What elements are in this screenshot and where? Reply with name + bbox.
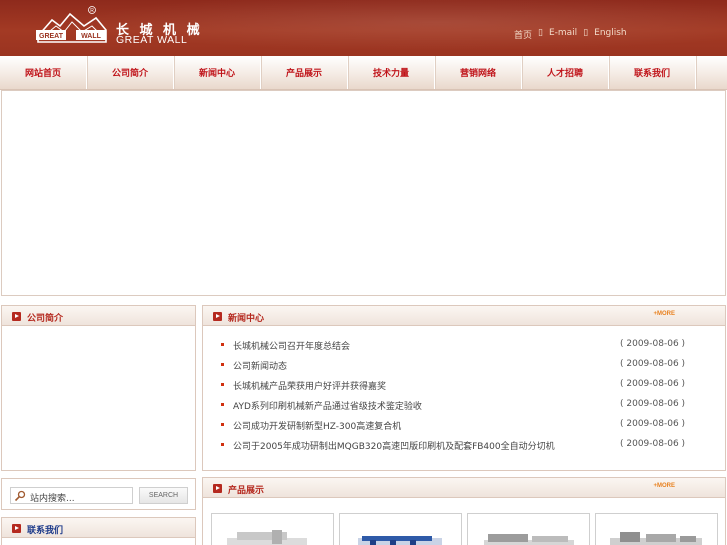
top-link-separator-icon: ▯ xyxy=(538,28,543,38)
bullet-dot-icon xyxy=(221,403,224,406)
search-button[interactable]: SEARCH xyxy=(139,487,188,504)
products-panel: 产品展示 +MORE xyxy=(202,477,726,545)
bullet-dot-icon xyxy=(221,423,224,426)
panel-header: 新闻中心 +MORE xyxy=(203,306,725,326)
news-date: ( 2009-08-06 ) xyxy=(620,339,686,349)
news-date: ( 2009-08-06 ) xyxy=(620,439,686,449)
machine-image xyxy=(484,534,574,545)
list-item[interactable]: AYD系列印刷机械新产品通过省级技术鉴定验收 ( 2009-08-06 ) xyxy=(203,394,725,414)
great-wall-logo[interactable]: GREAT WALL R xyxy=(34,6,204,48)
arrow-bullet-icon xyxy=(12,524,21,533)
machine-image xyxy=(227,530,307,545)
company-intro-panel: 公司简介 xyxy=(1,305,196,471)
nav-item-careers[interactable]: 人才招聘 xyxy=(522,56,609,89)
news-date: ( 2009-08-06 ) xyxy=(620,419,686,429)
panel-header: 公司简介 xyxy=(2,306,195,326)
more-link[interactable]: +MORE xyxy=(653,483,675,489)
search-placeholder: 站内搜索... xyxy=(30,494,75,504)
top-link-home[interactable]: 首页 xyxy=(514,28,532,41)
list-item[interactable]: 长城机械公司召开年度总结会 ( 2009-08-06 ) xyxy=(203,334,725,354)
product-thumbnails xyxy=(211,513,718,545)
product-thumbnail[interactable] xyxy=(467,513,590,545)
nav-item-news[interactable]: 新闻中心 xyxy=(174,56,261,89)
panel-title: 产品展示 xyxy=(228,486,265,496)
nav-item-technology[interactable]: 技术力量 xyxy=(348,56,435,89)
arrow-bullet-icon xyxy=(12,312,21,321)
nav-item-sales-network[interactable]: 营销网络 xyxy=(435,56,522,89)
arrow-bullet-icon xyxy=(213,484,222,493)
list-item[interactable]: 公司成功开发研制新型HZ-300高速复合机 ( 2009-08-06 ) xyxy=(203,414,725,434)
logo-mark-great: GREAT xyxy=(39,33,64,40)
site-header: GREAT WALL R 长 城 机 械 GREAT WALL 首页 ▯ E-m… xyxy=(0,0,727,56)
news-date: ( 2009-08-06 ) xyxy=(620,399,686,409)
machine-image xyxy=(358,536,442,545)
panel-title: 公司简介 xyxy=(27,314,64,324)
contact-panel: 联系我们 xyxy=(1,517,196,545)
main-nav: 网站首页 公司简介 新闻中心 产品展示 技术力量 营销网络 人才招聘 联系我们 xyxy=(0,56,727,90)
product-thumbnail[interactable] xyxy=(339,513,462,545)
news-date: ( 2009-08-06 ) xyxy=(620,359,686,369)
arrow-bullet-icon xyxy=(213,312,222,321)
more-link[interactable]: +MORE xyxy=(653,311,675,317)
news-list: 长城机械公司召开年度总结会 ( 2009-08-06 ) 公司新闻动态 ( 20… xyxy=(203,326,725,454)
panel-title: 新闻中心 xyxy=(228,314,265,324)
product-thumbnail[interactable] xyxy=(211,513,334,545)
nav-item-home[interactable]: 网站首页 xyxy=(0,56,87,89)
news-title[interactable]: 长城机械产品荣获用户好评并获得嘉奖 xyxy=(233,379,386,392)
news-title[interactable]: 公司成功开发研制新型HZ-300高速复合机 xyxy=(233,419,401,432)
top-link-email[interactable]: E-mail xyxy=(549,28,577,41)
top-links: 首页 ▯ E-mail ▯ English xyxy=(514,28,627,41)
nav-item-about[interactable]: 公司简介 xyxy=(87,56,174,89)
product-thumbnail[interactable] xyxy=(595,513,718,545)
list-item[interactable]: 公司新闻动态 ( 2009-08-06 ) xyxy=(203,354,725,374)
news-title[interactable]: 公司新闻动态 xyxy=(233,359,287,372)
top-link-separator-icon: ▯ xyxy=(583,28,589,38)
bullet-dot-icon xyxy=(221,363,224,366)
site-search: 站内搜索... SEARCH xyxy=(1,478,196,510)
bullet-dot-icon xyxy=(221,443,224,446)
svg-text:R: R xyxy=(90,8,94,14)
panel-title: 联系我们 xyxy=(27,526,64,536)
bullet-dot-icon xyxy=(221,343,224,346)
nav-item-contact[interactable]: 联系我们 xyxy=(609,56,696,89)
panel-header: 联系我们 xyxy=(2,518,195,538)
news-title[interactable]: 公司于2005年成功研制出MQGB320高速凹版印刷机及配套FB400全自动分切… xyxy=(233,439,555,452)
list-item[interactable]: 公司于2005年成功研制出MQGB320高速凹版印刷机及配套FB400全自动分切… xyxy=(203,434,725,454)
search-input[interactable]: 站内搜索... xyxy=(10,487,133,504)
search-icon xyxy=(14,490,26,502)
news-title[interactable]: AYD系列印刷机械新产品通过省级技术鉴定验收 xyxy=(233,399,422,412)
list-item[interactable]: 长城机械产品荣获用户好评并获得嘉奖 ( 2009-08-06 ) xyxy=(203,374,725,394)
top-link-english[interactable]: English xyxy=(594,28,627,41)
nav-item-products[interactable]: 产品展示 xyxy=(261,56,348,89)
news-date: ( 2009-08-06 ) xyxy=(620,379,686,389)
machine-image xyxy=(610,532,702,545)
panel-header: 产品展示 +MORE xyxy=(203,478,725,498)
banner-area xyxy=(1,90,726,296)
news-title[interactable]: 长城机械公司召开年度总结会 xyxy=(233,339,350,352)
news-panel: 新闻中心 +MORE 长城机械公司召开年度总结会 ( 2009-08-06 ) … xyxy=(202,305,726,471)
bullet-dot-icon xyxy=(221,383,224,386)
logo-mark-wall: WALL xyxy=(81,33,102,40)
